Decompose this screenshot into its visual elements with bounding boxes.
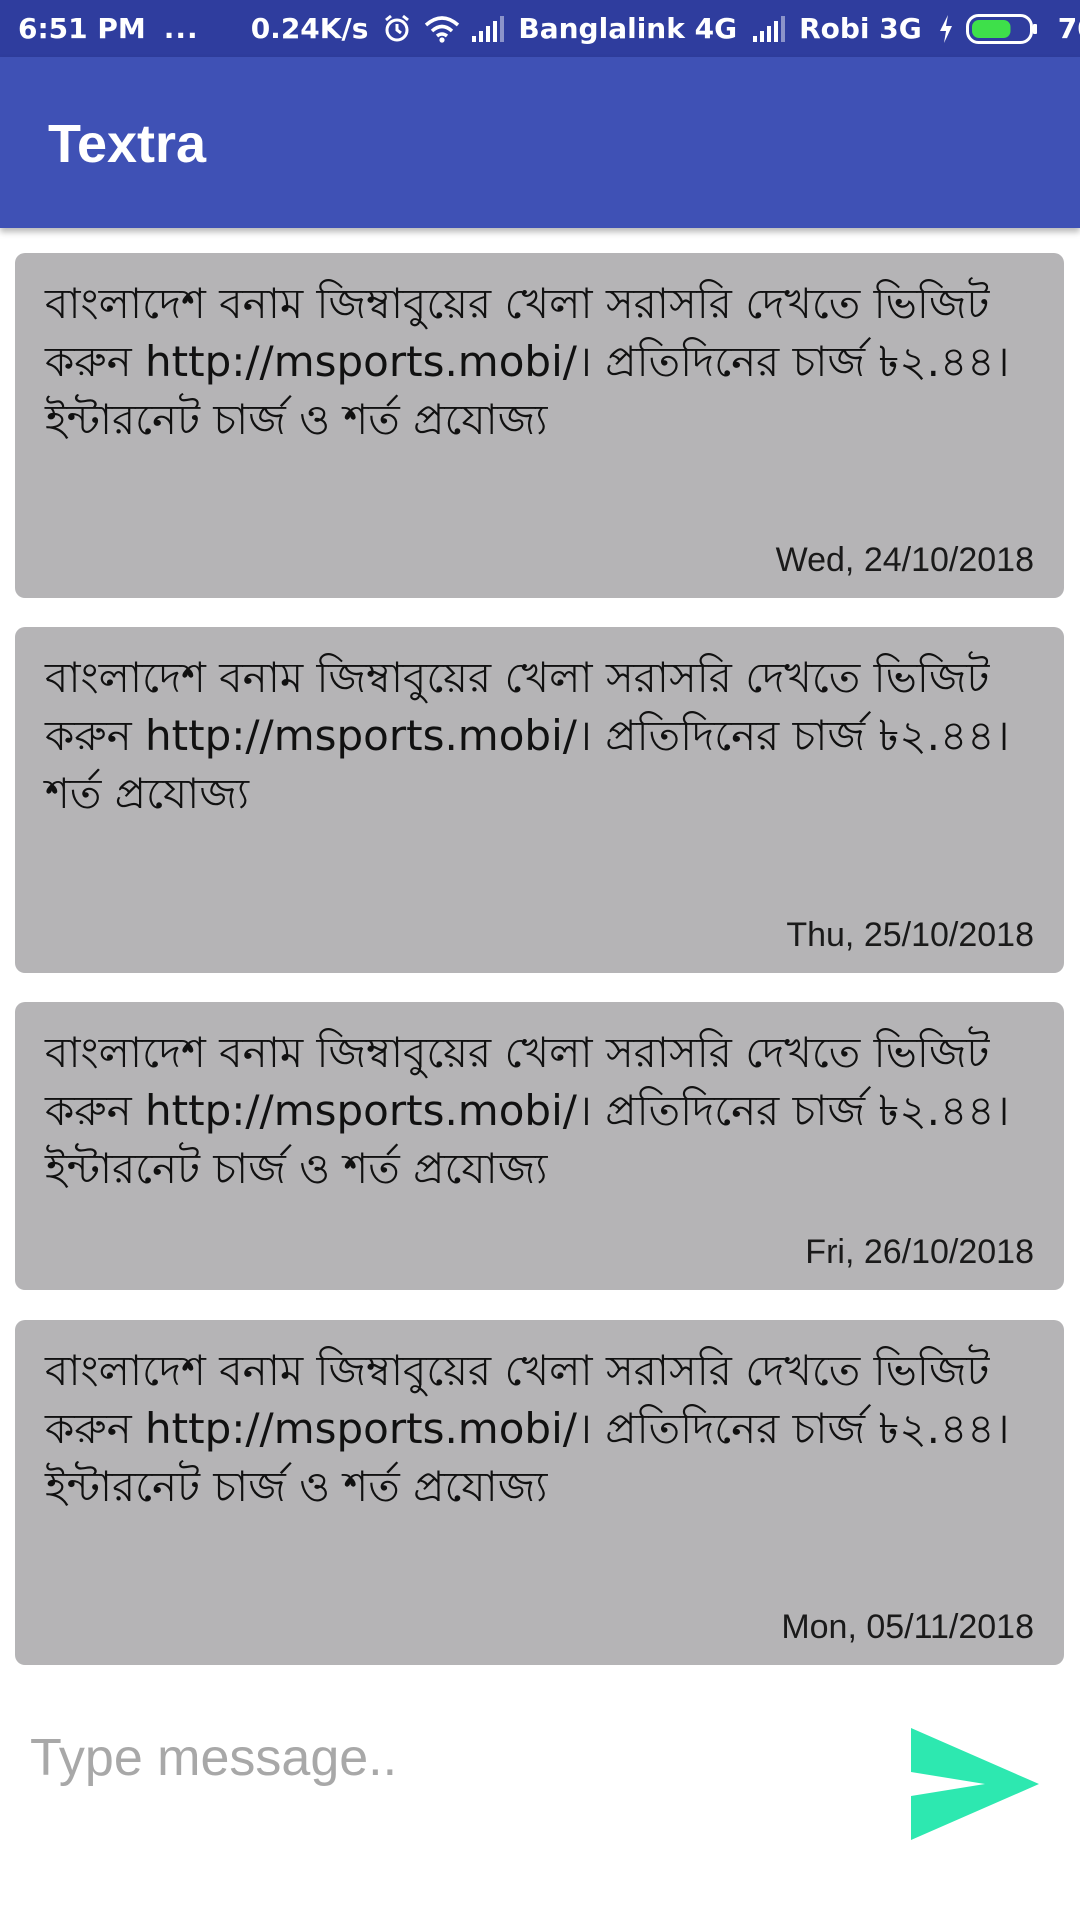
send-button[interactable] xyxy=(905,1726,1045,1842)
message-date: Fri, 26/10/2018 xyxy=(805,1233,1034,1271)
status-time: 6:51 PM xyxy=(18,12,146,45)
carrier-1: Banglalink 4G xyxy=(518,12,738,45)
alarm-icon xyxy=(382,14,412,44)
message-input[interactable] xyxy=(28,1712,872,1804)
message-bubble[interactable]: বাংলাদেশ বনাম জিম্বাবুয়ের খেলা সরাসরি দ… xyxy=(15,1320,1064,1665)
app-title: Textra xyxy=(48,114,207,174)
battery-icon xyxy=(965,13,1038,44)
message-bubble[interactable]: বাংলাদেশ বনাম জিম্বাবুয়ের খেলা সরাসরি দ… xyxy=(15,1002,1064,1290)
message-text: বাংলাদেশ বনাম জিম্বাবুয়ের খেলা সরাসরি দ… xyxy=(45,1346,1010,1511)
network-speed: 0.24K/s xyxy=(250,12,369,45)
signal-icon xyxy=(472,15,506,42)
message-bubble[interactable]: বাংলাদেশ বনাম জিম্বাবুয়ের খেলা সরাসরি দ… xyxy=(15,627,1064,973)
status-bar: 6:51 PM ... 0.24K/s Banglalink 4G Robi 3… xyxy=(0,0,1080,57)
battery-percent: 70% xyxy=(1057,12,1080,45)
message-text: বাংলাদেশ বনাম জিম্বাবুয়ের খেলা সরাসরি দ… xyxy=(45,279,1010,444)
status-dots: ... xyxy=(163,12,199,45)
composer xyxy=(0,1690,1080,1920)
carrier-2: Robi 3G xyxy=(799,12,922,45)
message-text: বাংলাদেশ বনাম জিম্বাবুয়ের খেলা সরাসরি দ… xyxy=(45,1028,1010,1193)
message-text: বাংলাদেশ বনাম জিম্বাবুয়ের খেলা সরাসরি দ… xyxy=(45,653,1010,818)
message-date: Mon, 05/11/2018 xyxy=(781,1608,1034,1646)
charging-icon xyxy=(938,14,954,43)
send-icon xyxy=(911,1728,1039,1840)
signal-icon xyxy=(753,15,787,42)
message-bubble[interactable]: বাংলাদেশ বনাম জিম্বাবুয়ের খেলা সরাসরি দ… xyxy=(15,253,1064,598)
message-date: Wed, 24/10/2018 xyxy=(775,541,1034,579)
wifi-icon xyxy=(424,15,460,43)
battery-level xyxy=(971,19,1011,38)
app-bar: Textra xyxy=(0,57,1080,228)
message-date: Thu, 25/10/2018 xyxy=(786,916,1034,954)
